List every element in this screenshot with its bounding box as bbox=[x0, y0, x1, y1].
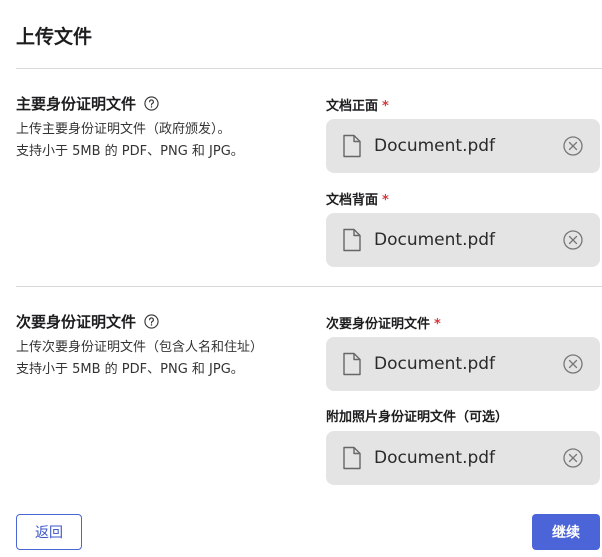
extra-file-name: Document.pdf bbox=[374, 448, 496, 468]
secondary-doc-label: 次要身份证明文件 * bbox=[326, 313, 441, 332]
remove-front-file-icon[interactable] bbox=[562, 135, 584, 157]
extra-photo-id-label: 附加照片身份证明文件（可选） bbox=[326, 410, 509, 425]
primary-desc-line2: 支持小于 5MB 的 PDF、PNG 和 JPG。 bbox=[16, 144, 244, 159]
document-icon bbox=[342, 228, 362, 252]
required-mark: * bbox=[434, 317, 441, 332]
required-mark: * bbox=[382, 99, 389, 114]
secondary-description: 上传次要身份证明文件（包含人名和住址） 支持小于 5MB 的 PDF、PNG 和… bbox=[16, 337, 263, 381]
primary-desc-line1: 上传主要身份证明文件（政府颁发）。 bbox=[16, 122, 231, 137]
back-file-box[interactable]: Document.pdf bbox=[326, 213, 600, 267]
extra-file-box[interactable]: Document.pdf bbox=[326, 431, 600, 485]
section-divider bbox=[16, 286, 602, 287]
continue-button[interactable]: 继续 bbox=[532, 514, 600, 550]
secondary-desc-line1: 上传次要身份证明文件（包含人名和住址） bbox=[16, 340, 264, 355]
primary-description: 上传主要身份证明文件（政府颁发）。 支持小于 5MB 的 PDF、PNG 和 J… bbox=[16, 119, 244, 163]
secondary-heading-text: 次要身份证明文件 bbox=[16, 313, 137, 331]
back-label-text: 文档背面 bbox=[326, 193, 379, 208]
front-file-name: Document.pdf bbox=[374, 136, 496, 156]
secondary-file-name: Document.pdf bbox=[374, 354, 496, 374]
help-icon[interactable] bbox=[144, 314, 159, 329]
required-mark: * bbox=[382, 193, 389, 208]
document-icon bbox=[342, 446, 362, 470]
primary-section-heading: 主要身份证明文件 bbox=[16, 93, 159, 114]
secondary-doc-label-text: 次要身份证明文件 bbox=[326, 317, 431, 332]
front-label: 文档正面 * bbox=[326, 95, 389, 114]
document-icon bbox=[342, 352, 362, 376]
header-divider bbox=[16, 68, 602, 69]
front-file-box[interactable]: Document.pdf bbox=[326, 119, 600, 173]
page-title: 上传文件 bbox=[16, 26, 93, 48]
back-file-name: Document.pdf bbox=[374, 230, 496, 250]
remove-secondary-file-icon[interactable] bbox=[562, 353, 584, 375]
secondary-desc-line2: 支持小于 5MB 的 PDF、PNG 和 JPG。 bbox=[16, 362, 244, 377]
remove-back-file-icon[interactable] bbox=[562, 229, 584, 251]
primary-heading-text: 主要身份证明文件 bbox=[16, 95, 137, 113]
secondary-section-heading: 次要身份证明文件 bbox=[16, 311, 159, 332]
help-icon[interactable] bbox=[144, 96, 159, 111]
back-label: 文档背面 * bbox=[326, 189, 389, 208]
secondary-file-box[interactable]: Document.pdf bbox=[326, 337, 600, 391]
front-label-text: 文档正面 bbox=[326, 99, 379, 114]
back-button[interactable]: 返回 bbox=[16, 514, 82, 550]
document-icon bbox=[342, 134, 362, 158]
remove-extra-file-icon[interactable] bbox=[562, 447, 584, 469]
